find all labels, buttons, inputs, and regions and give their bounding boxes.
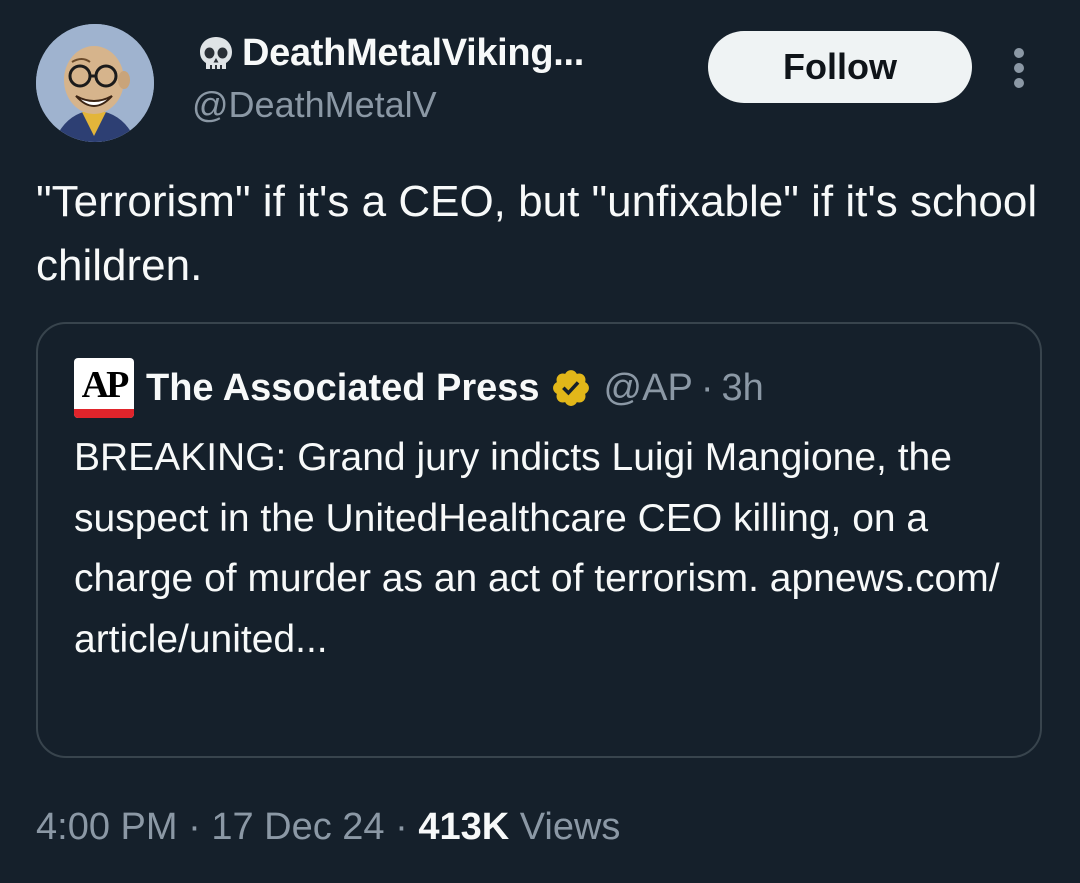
follow-button[interactable]: Follow	[708, 31, 972, 103]
gold-verified-badge-icon	[552, 370, 589, 406]
footer-separator: ·	[395, 806, 408, 848]
author-avatar[interactable]	[36, 24, 154, 142]
quoted-tweet-card[interactable]: AP The Associated Press @AP · 3h BREAKIN…	[36, 322, 1042, 758]
quoted-tweet-text: BREAKING: Grand jury indicts Luigi Mangi…	[74, 436, 1000, 661]
quoted-handle[interactable]: @AP	[604, 367, 693, 410]
tweet-time[interactable]: 4:00 PM	[36, 806, 178, 848]
more-options-button[interactable]	[1004, 44, 1036, 92]
vertical-ellipsis-icon	[1014, 48, 1024, 58]
meta-separator: ·	[700, 366, 714, 409]
quoted-author-name[interactable]: The Associated Press	[146, 367, 540, 410]
tweet-footer: 4:00 PM · 17 Dec 24 · 413K Views	[36, 806, 620, 849]
tweet-date[interactable]: 17 Dec 24	[211, 806, 384, 848]
ellipsis-dot	[1014, 63, 1024, 73]
author-display-name[interactable]: DeathMetalViking...	[242, 32, 584, 75]
footer-separator: ·	[188, 806, 201, 848]
tweet-text: "Terrorism" if it's a CEO, but "unfixabl…	[36, 177, 1038, 290]
cartoon-face-avatar-icon	[36, 24, 154, 142]
ellipsis-dot	[1014, 78, 1024, 88]
skull-icon	[200, 36, 232, 69]
quoted-time-ago[interactable]: 3h	[721, 367, 763, 410]
quoted-tweet-header: AP The Associated Press @AP · 3h	[74, 358, 764, 418]
author-handle[interactable]: @DeathMetalV	[192, 84, 437, 126]
views-label: Views	[519, 806, 621, 848]
author-name-row[interactable]: DeathMetalViking...	[196, 32, 584, 75]
views-count: 413K	[418, 806, 510, 848]
ap-logo-text: AP	[81, 364, 130, 406]
ap-logo-bar	[74, 409, 134, 418]
ap-logo-avatar[interactable]: AP	[74, 358, 134, 418]
